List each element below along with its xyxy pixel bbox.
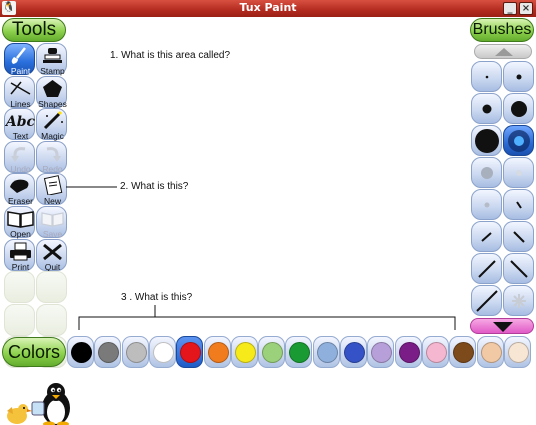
color-swatch-dot — [234, 342, 256, 363]
up-arrow-icon — [495, 48, 513, 56]
color-swatch-dot — [180, 342, 202, 363]
brush-slash-short-icon — [516, 201, 522, 209]
color-swatch-dot — [262, 342, 284, 363]
color-swatch-button[interactable] — [476, 336, 504, 368]
color-swatch-button[interactable] — [340, 336, 367, 368]
down-arrow-icon — [493, 322, 513, 332]
color-swatch-button[interactable] — [67, 336, 94, 368]
brush-dot-large-icon — [511, 101, 527, 117]
brushes-header: Brushes — [470, 18, 534, 42]
color-swatch-dot — [371, 342, 393, 363]
brush-dot-fuzzy-button[interactable] — [503, 125, 534, 156]
color-swatch-button[interactable] — [394, 336, 422, 368]
color-swatch-button[interactable] — [176, 336, 204, 368]
brush-line-forward-long-icon — [476, 290, 498, 312]
brush-dot-faint-small-button[interactable] — [471, 189, 502, 220]
bracket-colors — [78, 316, 456, 330]
brush-slash-short-button[interactable] — [503, 189, 534, 220]
brush-line-forward-button[interactable] — [471, 253, 502, 284]
brush-dot-tiny-button[interactable] — [471, 61, 502, 92]
brush-splatter-icon — [512, 294, 526, 308]
color-swatch-dot — [507, 342, 529, 363]
color-swatch-dot — [344, 342, 365, 363]
brush-line-forward-icon — [478, 260, 496, 278]
colors-header: Colors — [2, 337, 66, 367]
brush-dot-small-button[interactable] — [503, 61, 534, 92]
brush-dot-tiny-icon — [485, 75, 489, 79]
color-swatch-button[interactable] — [367, 336, 395, 368]
brush-line-back-button[interactable] — [503, 253, 534, 284]
color-swatch-button[interactable] — [203, 336, 231, 368]
color-swatch-dot — [152, 342, 174, 363]
color-swatch-button[interactable] — [230, 336, 258, 368]
color-swatch-dot — [425, 342, 447, 363]
color-swatch-button[interactable] — [258, 336, 286, 368]
brush-splatter-button[interactable] — [503, 285, 534, 316]
brush-dot-xlarge-button[interactable] — [471, 125, 502, 156]
brush-dot-soft-faint-button[interactable] — [503, 157, 534, 188]
color-swatch-button[interactable] — [148, 336, 176, 368]
color-swatch-button[interactable] — [503, 336, 531, 368]
color-swatch-dot — [398, 342, 420, 363]
color-swatch-dot — [207, 342, 229, 363]
color-swatch-dot — [125, 342, 147, 363]
color-swatch-button[interactable] — [121, 336, 149, 368]
brush-line-back-icon — [510, 260, 528, 278]
brush-slash-forward-button[interactable] — [471, 221, 502, 252]
color-swatch-dot — [453, 342, 475, 363]
brushes-scroll-up-button[interactable] — [474, 44, 532, 59]
color-swatch-button[interactable] — [285, 336, 313, 368]
brush-dot-soft-faint-icon — [516, 170, 522, 176]
brush-dot-fuzzy-icon — [508, 130, 530, 152]
color-swatch-dot — [480, 342, 502, 363]
color-swatch-button[interactable] — [312, 336, 340, 368]
brushes-scroll-down-button[interactable] — [470, 318, 534, 334]
brush-slash-back-icon — [513, 231, 525, 243]
brush-dot-faint-small-icon — [484, 202, 490, 208]
brush-slash-forward-icon — [481, 232, 492, 242]
brush-dot-xlarge-icon — [475, 129, 499, 153]
color-swatch-button[interactable] — [94, 336, 122, 368]
brush-dot-medium-button[interactable] — [471, 93, 502, 124]
brush-dot-medium-icon — [482, 104, 492, 114]
brush-line-forward-long-button[interactable] — [471, 285, 502, 316]
color-swatch-dot — [316, 342, 338, 363]
color-swatch-dot — [71, 342, 92, 363]
color-swatch-dot — [289, 342, 311, 363]
color-swatch-button[interactable] — [449, 336, 477, 368]
color-swatch-dot — [98, 342, 120, 363]
tux-mascot-icon — [7, 383, 70, 425]
brush-dot-soft-gray-icon — [481, 167, 493, 179]
color-swatch-button[interactable] — [421, 336, 449, 368]
brush-slash-back-button[interactable] — [503, 221, 534, 252]
brush-dot-small-icon — [516, 74, 522, 80]
brush-dot-large-button[interactable] — [503, 93, 534, 124]
brush-dot-soft-gray-button[interactable] — [471, 157, 502, 188]
